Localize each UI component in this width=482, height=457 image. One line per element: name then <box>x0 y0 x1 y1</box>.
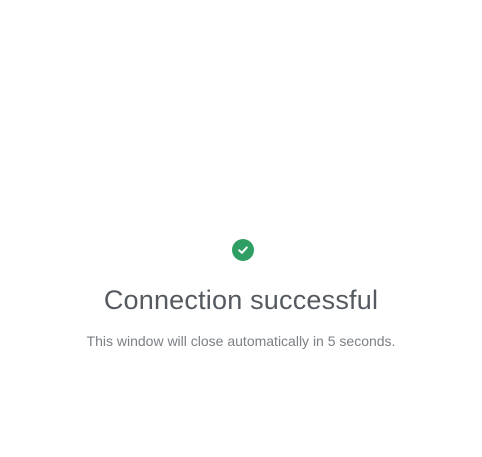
page-title: Connection successful <box>103 285 379 315</box>
auto-close-message: This window will close automatically in … <box>86 333 396 349</box>
check-circle-icon <box>232 239 254 261</box>
connection-success-page: Connection successful This window will c… <box>0 0 482 457</box>
